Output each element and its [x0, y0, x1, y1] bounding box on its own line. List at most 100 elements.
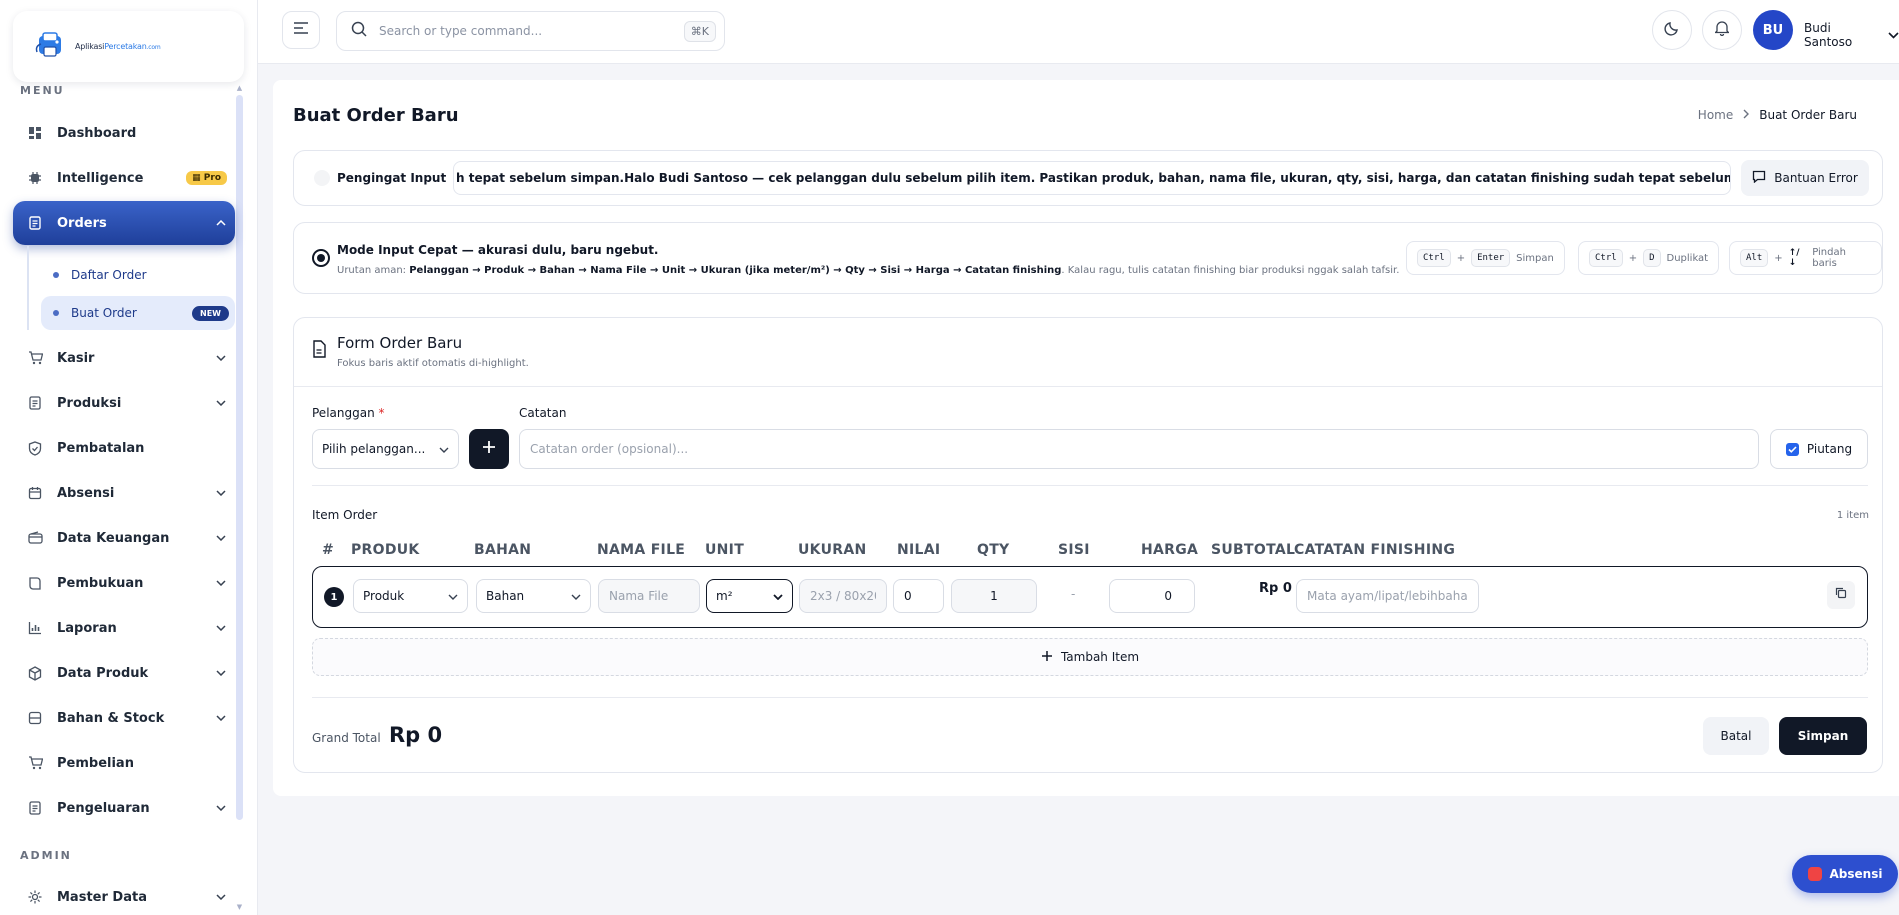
plus-icon: [1041, 650, 1053, 665]
avatar[interactable]: BU: [1753, 10, 1793, 50]
dark-mode-toggle[interactable]: [1652, 10, 1692, 50]
col-header-number: #: [322, 542, 335, 558]
note-label: Catatan: [519, 406, 567, 420]
add-item-button[interactable]: Tambah Item: [312, 638, 1868, 676]
sidebar-item-data-produk[interactable]: Data Produk: [13, 652, 235, 694]
sidebar-item-master-data[interactable]: Master Data: [13, 876, 235, 915]
checkbox-checked-icon[interactable]: [1785, 442, 1799, 456]
help-error-button[interactable]: Bantuan Error: [1741, 160, 1869, 196]
reminder-text: h tepat sebelum simpan.Halo Budi Santoso…: [456, 171, 1731, 185]
finishing-note-input[interactable]: [1296, 579, 1479, 613]
add-customer-button[interactable]: [469, 429, 509, 469]
sidebar-item-absensi[interactable]: Absensi: [13, 472, 235, 514]
document-icon: [311, 340, 327, 362]
sidebar-item-label: Bahan & Stock: [57, 710, 165, 726]
subitem-label: Daftar Order: [71, 268, 147, 282]
sidebar-item-label: Laporan: [57, 620, 117, 636]
divider: [294, 386, 1882, 387]
settings-icon: [27, 889, 43, 905]
sidebar-item-pembatalan[interactable]: Pembatalan: [13, 427, 235, 469]
piutang-label: Piutang: [1806, 442, 1853, 456]
sidebar-item-orders[interactable]: Orders: [13, 201, 235, 245]
brand-name: AplikasiPercetakan.com: [75, 42, 161, 51]
duplicate-row-button[interactable]: [1827, 581, 1855, 609]
divider: [312, 485, 1868, 486]
chevron-up-icon: [207, 220, 235, 226]
sidebar-item-kasir[interactable]: Kasir: [13, 337, 235, 379]
record-icon: [1807, 867, 1822, 881]
unit-select[interactable]: m²: [706, 579, 793, 613]
sidebar-item-pembukuan[interactable]: Pembukuan: [13, 562, 235, 604]
absensi-fab[interactable]: Absensi: [1792, 855, 1898, 893]
sidebar-item-bahan-stock[interactable]: Bahan & Stock: [13, 697, 235, 739]
sidebar-subitem-buat-order[interactable]: Buat Order NEW: [41, 296, 235, 330]
chip-icon: [27, 170, 43, 186]
order-sequence: Pelanggan → Produk → Bahan → Nama File →…: [409, 265, 1062, 276]
admin-section-label: ADMIN: [20, 849, 72, 862]
customer-label: Pelanggan *: [312, 406, 385, 420]
qty-input[interactable]: [951, 579, 1037, 613]
brand-logo[interactable]: AplikasiPercetakan.com: [13, 11, 244, 82]
col-header-bahan: BAHAN: [474, 542, 532, 558]
save-button[interactable]: Simpan: [1779, 717, 1867, 755]
col-header-nama-file: NAMA FILE: [597, 542, 686, 558]
copy-icon: [1835, 587, 1847, 603]
sidebar-subitem-daftar-order[interactable]: Daftar Order: [41, 258, 235, 292]
filename-input[interactable]: [598, 579, 700, 613]
sidebar-item-pengeluaran[interactable]: Pengeluaran: [13, 787, 235, 829]
row-number: 1: [324, 587, 344, 607]
message-icon: [1752, 170, 1766, 186]
sidebar-item-pembelian[interactable]: Pembelian: [13, 742, 235, 784]
sidebar-item-dashboard[interactable]: Dashboard: [13, 112, 235, 154]
notifications-button[interactable]: [1702, 10, 1742, 50]
reminder-status-icon: [314, 170, 330, 186]
sidebar-item-laporan[interactable]: Laporan: [13, 607, 235, 649]
list-icon: [27, 395, 43, 411]
scroll-down-icon[interactable]: ▼: [236, 903, 243, 911]
customer-select[interactable]: Pilih pelanggan...: [312, 429, 459, 469]
subtotal-value: Rp 0: [1259, 581, 1292, 596]
user-name: Budi Santoso: [1804, 21, 1853, 49]
new-badge: NEW: [192, 305, 229, 321]
piutang-toggle[interactable]: Piutang: [1770, 429, 1868, 469]
scroll-up-icon[interactable]: ▲: [236, 84, 243, 92]
size-input[interactable]: [799, 579, 887, 613]
key-alt: Alt: [1740, 249, 1769, 267]
sidebar-item-label: Produksi: [57, 395, 122, 411]
items-label: Item Order: [312, 508, 378, 522]
wallet-icon: [27, 530, 43, 546]
sidebar-item-label: Data Keuangan: [57, 530, 170, 546]
cart-icon: [27, 350, 43, 366]
cancel-button[interactable]: Batal: [1703, 717, 1769, 755]
user-menu[interactable]: Budi Santoso: [1804, 21, 1899, 49]
sidebar-item-label: Orders: [57, 215, 107, 231]
sidebar-item-intelligence[interactable]: Intelligence ▦ Pro: [13, 157, 235, 199]
sidebar-item-label: Intelligence: [57, 170, 144, 186]
col-header-qty: QTY: [977, 542, 1010, 558]
note-input[interactable]: [519, 429, 1759, 469]
menu-toggle-button[interactable]: [282, 11, 320, 49]
pro-badge: ▦ Pro: [186, 171, 227, 185]
harga-input[interactable]: [1109, 579, 1195, 613]
search-input[interactable]: [379, 24, 672, 38]
shortcut-label: Simpan: [1516, 252, 1554, 264]
col-header-produk: PRODUK: [351, 542, 420, 558]
sidebar-item-data-keuangan[interactable]: Data Keuangan: [13, 517, 235, 559]
breadcrumb-home[interactable]: Home: [1698, 108, 1733, 122]
nilai-input[interactable]: [893, 579, 944, 613]
key-ctrl: Ctrl: [1589, 249, 1623, 267]
sidebar-item-produksi[interactable]: Produksi: [13, 382, 235, 424]
menu-section-label: MENU: [20, 84, 65, 97]
material-select[interactable]: Bahan: [476, 579, 591, 613]
search-bar[interactable]: ⌘K: [336, 11, 725, 51]
hamburger-icon: [293, 22, 309, 38]
sidebar-scrollbar[interactable]: [236, 95, 243, 820]
product-select-value: Produk: [363, 589, 405, 603]
form-title: Form Order Baru: [337, 334, 463, 352]
product-select[interactable]: Produk: [353, 579, 468, 613]
topbar: ⌘K BU Budi Santoso: [258, 0, 1899, 64]
shortcut-duplicate: Ctrl + D Duplikat: [1578, 241, 1720, 275]
col-header-ukuran: UKURAN: [798, 542, 867, 558]
key-enter: Enter: [1471, 249, 1511, 267]
col-header-unit: UNIT: [705, 542, 745, 558]
